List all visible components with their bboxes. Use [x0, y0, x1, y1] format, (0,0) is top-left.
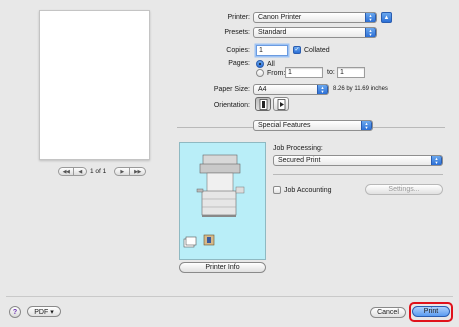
pages-all-option: All: [256, 60, 275, 68]
printer-info-button[interactable]: Printer Info: [179, 262, 266, 273]
settings-button[interactable]: Settings...: [365, 184, 443, 195]
job-accounting-label: Job Accounting: [284, 186, 332, 194]
paper-size-select[interactable]: A4 ▲ ▼: [253, 84, 329, 95]
first-page-button[interactable]: ◀◀: [58, 167, 74, 176]
presets-label: Presets:: [224, 29, 250, 36]
portrait-icon: [259, 98, 267, 110]
collated-option: ✓ Collated: [293, 46, 330, 54]
printer-value: Canon Printer: [258, 14, 302, 21]
orientation-landscape-button[interactable]: [273, 97, 289, 111]
checkmark-icon: ✓: [294, 47, 300, 53]
updown-arrows-icon: ▲ ▼: [361, 121, 372, 130]
panel-select-value: Special Features: [258, 122, 311, 129]
footer-separator: [6, 296, 453, 297]
updown-arrows-icon: ▲ ▼: [317, 85, 328, 94]
presets-select[interactable]: Standard ▲ ▼: [253, 27, 377, 38]
next-page-button[interactable]: ▶: [114, 167, 130, 176]
updown-arrows-icon: ▲ ▼: [431, 156, 442, 165]
help-button[interactable]: ?: [9, 306, 21, 318]
pages-from-label: From:: [267, 69, 286, 77]
last-page-button[interactable]: ▶▶: [130, 167, 146, 176]
preview-forward-controls: ▶ ▶▶: [114, 167, 146, 176]
printer-select[interactable]: Canon Printer ▲ ▼: [253, 12, 377, 23]
paper-size-value: A4: [258, 86, 267, 93]
print-button-highlight: [409, 302, 453, 322]
job-accounting-option: Job Accounting: [273, 186, 331, 194]
job-processing-value: Secured Print: [278, 157, 321, 164]
copies-field[interactable]: 1: [256, 45, 288, 56]
preview-back-controls: ◀◀ ◀: [58, 167, 87, 176]
pages-range-option: From:: [256, 69, 285, 77]
presets-value: Standard: [258, 29, 287, 36]
help-icon: ?: [12, 308, 18, 316]
landscape-icon: [277, 98, 285, 110]
orientation-portrait-button[interactable]: [255, 97, 271, 111]
panel-select[interactable]: Special Features ▲ ▼: [253, 120, 373, 131]
pdf-menu-button[interactable]: PDF ▾: [27, 306, 61, 317]
collated-label: Collated: [304, 46, 330, 54]
features-separator: [273, 174, 443, 175]
updown-arrows-icon: ▲ ▼: [365, 13, 376, 22]
updown-arrows-icon: ▲ ▼: [365, 28, 376, 37]
printer-illustration: [179, 142, 266, 260]
orientation-label: Orientation:: [213, 102, 250, 109]
disclosure-up-icon: ▲: [383, 14, 390, 21]
page-indicator: 1 of 1: [90, 168, 107, 175]
pages-all-label: All: [267, 60, 275, 68]
copier-icon: [183, 154, 245, 248]
page-preview: [39, 10, 150, 160]
pages-from-field[interactable]: 1: [285, 67, 323, 78]
printer-label: Printer:: [227, 14, 250, 21]
job-processing-label: Job Processing:: [273, 145, 323, 152]
pages-to-field[interactable]: 1: [337, 67, 365, 78]
collated-checkbox[interactable]: ✓: [293, 46, 301, 54]
job-processing-select[interactable]: Secured Print ▲ ▼: [273, 155, 443, 166]
cancel-button[interactable]: Cancel: [370, 307, 406, 318]
pages-to-label: to:: [327, 69, 335, 76]
pages-from-radio[interactable]: [256, 69, 264, 77]
pages-label: Pages:: [228, 60, 250, 67]
collapse-dialog-button[interactable]: ▲: [381, 12, 392, 23]
copies-label: Copies:: [226, 47, 250, 54]
previous-page-button[interactable]: ◀: [74, 167, 87, 176]
paper-dimensions: 8.26 by 11.69 inches: [333, 86, 388, 92]
paper-size-label: Paper Size:: [213, 86, 250, 93]
pages-all-radio[interactable]: [256, 60, 264, 68]
job-accounting-checkbox[interactable]: [273, 186, 281, 194]
